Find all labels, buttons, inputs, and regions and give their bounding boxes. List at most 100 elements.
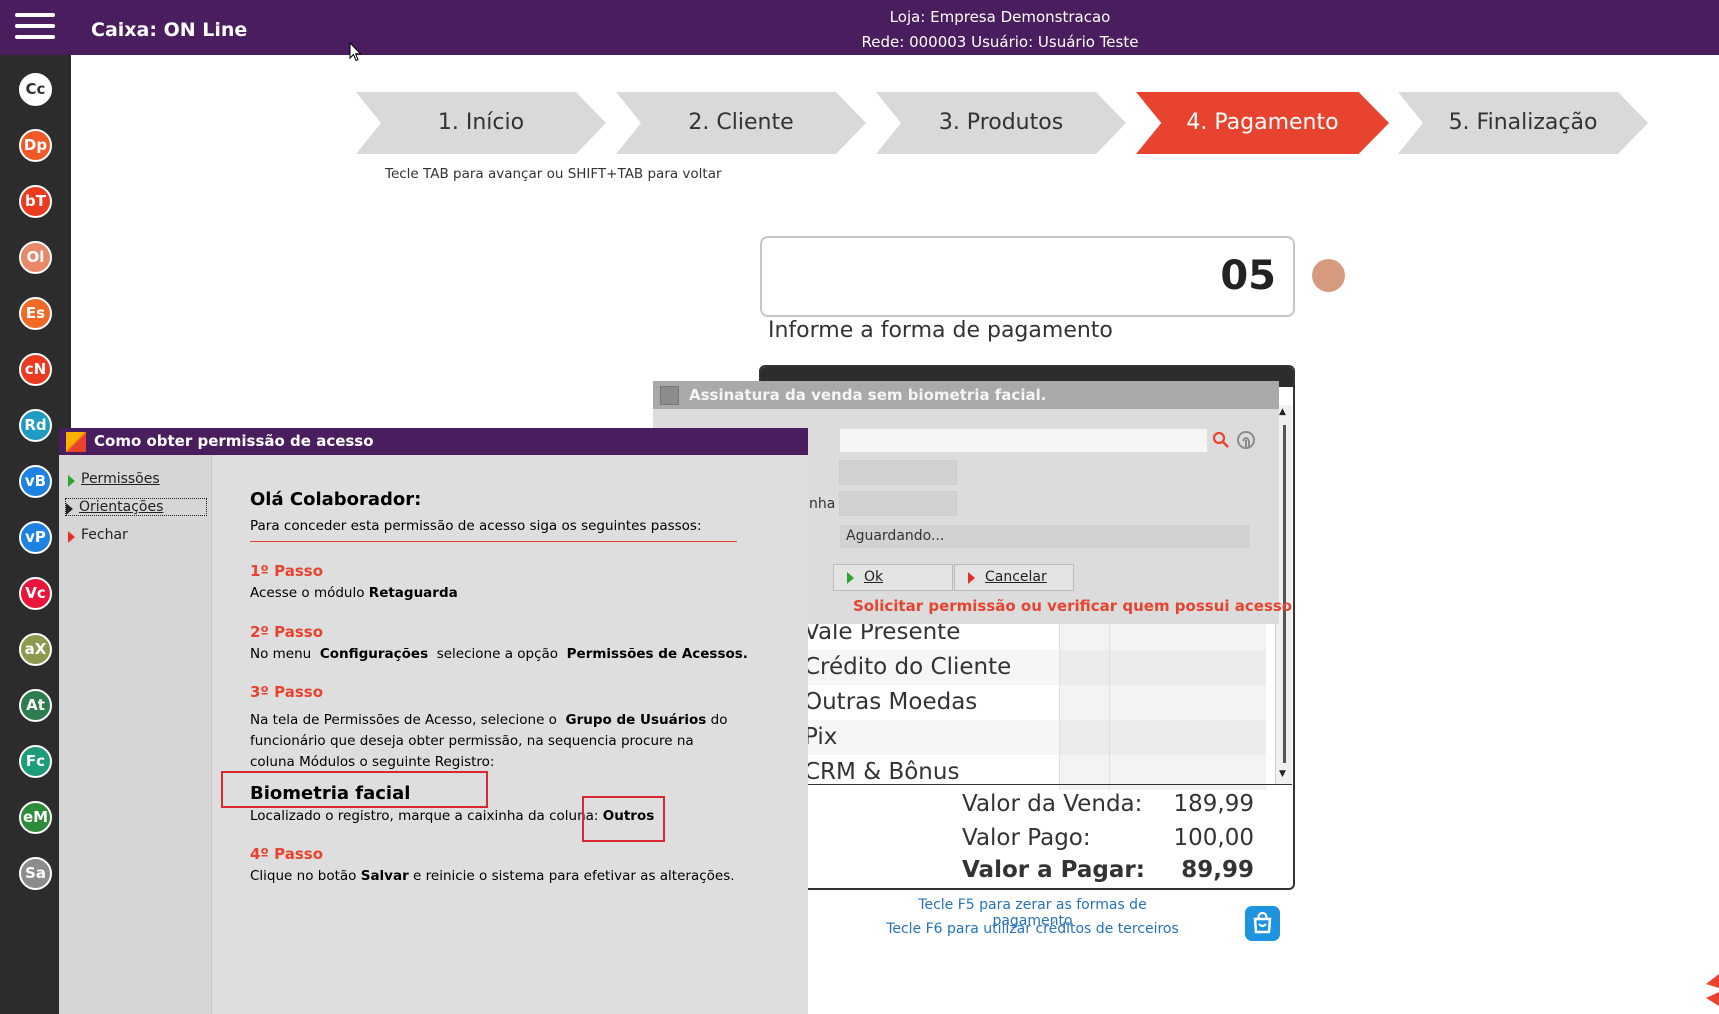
app-title: Caixa: ON Line <box>91 19 248 41</box>
sale-value: 189,99 <box>1173 791 1254 817</box>
shortcut-bt-icon[interactable]: bT <box>19 185 52 218</box>
arrow-icon <box>68 475 75 487</box>
step-produtos[interactable]: 3. Produtos <box>876 92 1126 154</box>
step3-line3: coluna Módulos o seguinte Registro: <box>250 754 495 770</box>
shortcut-cn-icon[interactable]: cN <box>19 353 52 386</box>
pos-screen: Caixa: ON Line Loja: Empresa Demonstraca… <box>0 0 1719 1014</box>
code-field[interactable] <box>839 460 957 485</box>
arrow-icon <box>66 503 73 515</box>
scroll-thumb[interactable] <box>1283 425 1286 763</box>
step4-text: Clique no botão Salvar e reinicie o sist… <box>250 868 735 884</box>
menu-icon[interactable] <box>15 13 55 45</box>
request-permission-link[interactable]: Solicitar permissão ou verificar quem po… <box>853 597 1292 615</box>
shortcut-es-icon[interactable]: Es <box>19 297 52 330</box>
greeting-heading: Olá Colaborador: <box>250 489 422 510</box>
arrow-icon <box>68 531 75 543</box>
payment-prompt: Informe a forma de pagamento <box>768 318 1113 343</box>
shortcut-vb-icon[interactable]: vB <box>19 465 52 498</box>
step2-mid: selecione a opção <box>436 646 559 662</box>
step-finalizacao[interactable]: 5. Finalização <box>1398 92 1648 154</box>
scroll-up-icon[interactable]: ▲ <box>1279 407 1286 417</box>
step1-text: Acesse o módulo Retaguarda <box>250 585 458 601</box>
ok-arrow-icon <box>847 572 854 584</box>
dialog-icon <box>660 386 679 405</box>
store-name: Loja: Empresa Demonstracao <box>889 8 1111 26</box>
top-bar: Caixa: ON Line Loja: Empresa Demonstraca… <box>0 0 1719 62</box>
due-value-label: Valor a Pagar: <box>962 857 1145 883</box>
fingerprint-icon[interactable] <box>1236 430 1256 452</box>
payment-row[interactable]: Pix <box>800 720 1266 755</box>
row-label: Outras Moedas <box>804 689 978 715</box>
step1-pre: Acesse o módulo <box>250 585 365 601</box>
step2-title: 2º Passo <box>250 623 323 641</box>
user-info: Rede: 000003 Usuário: Usuário Teste <box>861 33 1139 51</box>
f6-hint: Tecle F6 para utilizar créditos de terce… <box>886 921 1179 937</box>
row-label: CRM & Bônus <box>804 759 960 785</box>
store-info: Loja: Empresa Demonstracao Rede: 000003 … <box>780 5 1220 55</box>
due-value: 89,99 <box>1181 857 1254 883</box>
intro-text: Para conceder esta permissão de acesso s… <box>250 518 702 534</box>
totals-divider <box>800 784 1292 785</box>
shortcut-fc-icon[interactable]: Fc <box>19 745 52 778</box>
shortcut-rd-icon[interactable]: Rd <box>19 409 52 442</box>
step3-post: do <box>710 712 728 728</box>
signature-title-text: Assinatura da venda sem biometria facial… <box>689 386 1047 404</box>
cancel-arrow-icon <box>968 572 975 584</box>
payment-row[interactable]: Outras Moedas <box>800 685 1266 720</box>
nav-label: Orientações <box>79 499 164 515</box>
nav-fechar[interactable]: Fechar <box>68 527 128 543</box>
step3-line2: funcionário que deseja obter permissão, … <box>250 733 694 749</box>
help-dialog: Como obter permissão de acesso Permissõe… <box>59 428 808 1014</box>
row-label: Pix <box>804 724 838 750</box>
app-logo-icon <box>1706 974 1719 1006</box>
steps-hint: Tecle TAB para avançar ou SHIFT+TAB para… <box>385 166 722 182</box>
intro-divider <box>250 541 737 542</box>
step3-title: 3º Passo <box>250 683 323 701</box>
help-dialog-title[interactable]: Como obter permissão de acesso <box>59 428 808 455</box>
search-icon[interactable] <box>1212 431 1230 449</box>
payment-row[interactable]: Crédito do Cliente <box>800 650 1266 685</box>
step3-pre: Na tela de Permissões de Acesso, selecio… <box>250 712 557 728</box>
nav-orientacoes[interactable]: Orientações <box>65 498 207 516</box>
ok-button[interactable]: Ok <box>833 564 953 591</box>
highlight-box-registry <box>221 771 488 808</box>
step4-title: 4º Passo <box>250 845 323 863</box>
signature-status: Aguardando... <box>840 525 1250 548</box>
step2-bold1: Configurações <box>319 646 429 662</box>
scroll-down-icon[interactable]: ▼ <box>1279 769 1286 779</box>
nav-label: Fechar <box>81 527 128 543</box>
step1-bold: Retaguarda <box>368 585 458 601</box>
shortcut-dp-icon[interactable]: Dp <box>19 129 52 162</box>
step4-pre: Clique no botão <box>250 868 357 884</box>
sale-value-label: Valor da Venda: <box>962 791 1143 817</box>
password-field[interactable] <box>839 491 957 516</box>
step-cliente[interactable]: 2. Cliente <box>616 92 866 154</box>
step2-pre: No menu <box>250 646 312 662</box>
ok-label: Ok <box>864 569 884 585</box>
step3-text: Na tela de Permissões de Acesso, selecio… <box>250 710 730 773</box>
shortcut-at-icon[interactable]: At <box>19 689 52 722</box>
paid-value-label: Valor Pago: <box>962 825 1091 851</box>
highlight-box-column <box>582 796 665 842</box>
shopping-bag-icon[interactable] <box>1245 906 1280 941</box>
step2-text: No menu Configurações selecione a opção … <box>250 646 748 662</box>
password-label: nha <box>809 496 836 512</box>
mark-pre: Localizado o registro, marque a caixinha… <box>250 808 599 824</box>
shortcut-ol-icon[interactable]: Ol <box>19 241 52 274</box>
step-inicio[interactable]: 1. Início <box>356 92 606 154</box>
shortcut-vc-icon[interactable]: Vc <box>19 577 52 610</box>
step2-bold2: Permissões de Acessos. <box>566 646 748 662</box>
shortcut-cc-icon[interactable]: Cc <box>19 73 52 106</box>
user-search-input[interactable] <box>839 428 1208 453</box>
step-pagamento[interactable]: 4. Pagamento <box>1136 92 1389 154</box>
cancel-button[interactable]: Cancelar <box>954 564 1074 591</box>
shortcut-ax-icon[interactable]: aX <box>19 633 52 666</box>
step4-bold: Salvar <box>360 868 409 884</box>
shortcut-sa-icon[interactable]: Sa <box>19 857 52 890</box>
shortcut-vp-icon[interactable]: vP <box>19 521 52 554</box>
payment-code-input[interactable]: 05 <box>760 236 1295 317</box>
nav-permissoes[interactable]: Permissões <box>68 471 160 487</box>
signature-dialog-title[interactable]: Assinatura da venda sem biometria facial… <box>653 381 1279 409</box>
app-logo-icon <box>66 432 86 452</box>
shortcut-em-icon[interactable]: eM <box>19 801 52 834</box>
